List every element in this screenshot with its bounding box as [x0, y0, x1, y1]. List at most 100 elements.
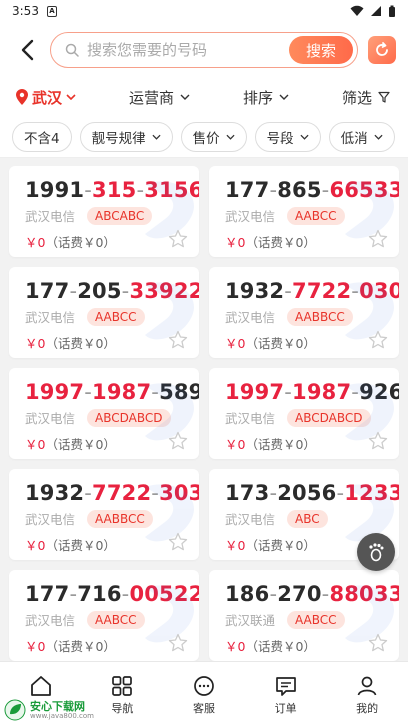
- fee-value: （话费￥0）: [245, 639, 316, 654]
- sort-filter[interactable]: 排序: [243, 87, 289, 108]
- fee-value: （话费￥0）: [45, 437, 116, 452]
- tag-label: 靓号规律: [91, 130, 146, 147]
- screen-label: 筛选: [341, 88, 372, 107]
- star-icon[interactable]: [168, 532, 188, 552]
- number-card[interactable]: 177-865-66533 武汉电信 AABCC ￥0（话费￥0）: [209, 166, 399, 257]
- header: 搜索: [0, 22, 408, 78]
- search-icon: [65, 43, 79, 57]
- fee-value: （话费￥0）: [245, 437, 316, 452]
- tag-label: 售价: [192, 130, 220, 147]
- number-card[interactable]: 177-716-00522 武汉电信 AABCC ￥0（话费￥0）: [9, 570, 199, 661]
- number-part-1: 1991: [25, 178, 85, 202]
- tag-label: 不含4: [24, 130, 60, 147]
- number-card[interactable]: 1932-7722-303 武汉电信 AABBCC ￥0（话费￥0）: [9, 469, 199, 560]
- star-icon[interactable]: [168, 431, 188, 451]
- grid-icon: [112, 676, 133, 696]
- status-bar: 3:53 A: [0, 0, 408, 22]
- fee-value: （话费￥0）: [245, 336, 316, 351]
- funnel-icon: [378, 91, 390, 103]
- tab-service[interactable]: 客服: [174, 674, 234, 716]
- price-value: ￥0: [225, 336, 246, 351]
- star-icon[interactable]: [368, 431, 388, 451]
- carrier-label: 武汉联通: [225, 613, 276, 628]
- number-part-1: 186: [225, 582, 270, 606]
- chevron-down-icon: [180, 94, 190, 100]
- refresh-icon: [376, 42, 388, 56]
- number-card[interactable]: 1991-315-3156 武汉电信 ABCABC ￥0（话费￥0）: [9, 166, 199, 257]
- number-separator: -: [84, 178, 93, 202]
- tab-orders[interactable]: 订单: [256, 674, 316, 716]
- city-filter[interactable]: 武汉: [16, 87, 76, 108]
- number-separator: -: [284, 279, 293, 303]
- tag-segment[interactable]: 号段: [254, 121, 321, 152]
- tab-label: 订单: [274, 702, 297, 715]
- carrier-label: 武汉电信: [225, 411, 276, 426]
- number-card[interactable]: 177-205-33922 武汉电信 AABCC ￥0（话费￥0）: [9, 267, 199, 358]
- watermark-url: www.java800.com: [30, 711, 94, 720]
- tab-home[interactable]: [11, 674, 71, 700]
- site-watermark: 安心下载网 www.java800.com: [4, 699, 94, 721]
- watermark-text: 安心下载网: [30, 699, 85, 713]
- number-part-2: 716: [77, 582, 122, 606]
- tab-profile[interactable]: 我的: [337, 674, 397, 716]
- number-separator: -: [284, 380, 293, 404]
- carrier-label: 武汉电信: [25, 209, 76, 224]
- signal-icon: [371, 6, 381, 16]
- battery-icon: [389, 5, 395, 17]
- wifi-icon: [350, 5, 364, 16]
- watermark-icon: [345, 282, 394, 340]
- price-value: ￥0: [25, 235, 46, 250]
- chevron-down-icon: [152, 134, 161, 140]
- star-icon[interactable]: [368, 330, 388, 350]
- star-icon[interactable]: [168, 229, 188, 249]
- tag-pattern[interactable]: 靓号规律: [79, 121, 173, 152]
- search-button[interactable]: 搜索: [289, 36, 353, 64]
- chevron-down-icon: [374, 134, 383, 140]
- footprint-icon: [369, 543, 384, 562]
- star-icon[interactable]: [168, 330, 188, 350]
- city-label: 武汉: [32, 88, 63, 107]
- chevron-down-icon: [66, 94, 76, 100]
- watermark-icon: [145, 383, 194, 441]
- number-card[interactable]: 1997-1987-589 武汉电信 ABCDABCD ￥0（话费￥0）: [9, 368, 199, 459]
- price-value: ￥0: [225, 437, 246, 452]
- tag-no-four[interactable]: 不含4: [12, 121, 72, 152]
- tab-navigation[interactable]: 导航: [92, 674, 152, 716]
- number-separator: -: [84, 481, 93, 505]
- number-grid: 1991-315-3156 武汉电信 ABCABC ￥0（话费￥0） 177-8…: [9, 166, 399, 661]
- star-icon[interactable]: [368, 229, 388, 249]
- fee-value: （话费￥0）: [45, 235, 116, 250]
- number-part-2: 2056: [277, 481, 337, 505]
- number-part-2: 315: [92, 178, 137, 202]
- tag-min-spend[interactable]: 低消: [328, 121, 395, 152]
- number-part-2: 865: [277, 178, 322, 202]
- floating-service-button[interactable]: [357, 533, 395, 571]
- number-card[interactable]: 1997-1987-926 武汉电信 ABCDABCD ￥0（话费￥0）: [209, 368, 399, 459]
- chevron-left-icon: [21, 39, 34, 61]
- tag-bar: 不含4 靓号规律 售价 号段 低消: [0, 116, 408, 158]
- chat-icon: [194, 676, 214, 696]
- tag-label: 低消: [340, 130, 368, 147]
- carrier-label: 武汉电信: [25, 512, 76, 527]
- star-icon[interactable]: [168, 633, 188, 653]
- fee-value: （话费￥0）: [45, 538, 116, 553]
- screen-filter[interactable]: 筛选: [342, 87, 390, 108]
- back-button[interactable]: [14, 37, 40, 63]
- number-card[interactable]: 186-270-88033 武汉联通 AABCC ￥0（话费￥0）: [209, 570, 399, 661]
- number-part-1: 173: [225, 481, 270, 505]
- tab-label: 我的: [356, 702, 379, 715]
- search-box: 搜索: [50, 32, 358, 68]
- operator-filter[interactable]: 运营商: [129, 87, 190, 108]
- number-part-2: 270: [277, 582, 322, 606]
- number-card[interactable]: 1932-7722-030 武汉电信 AABBCC ￥0（话费￥0）: [209, 267, 399, 358]
- fee-value: （话费￥0）: [45, 639, 116, 654]
- chevron-down-icon: [226, 134, 235, 140]
- sort-label: 排序: [242, 88, 273, 107]
- number-part-1: 1932: [25, 481, 85, 505]
- price-value: ￥0: [225, 639, 246, 654]
- star-icon[interactable]: [368, 633, 388, 653]
- carrier-label: 武汉电信: [225, 512, 276, 527]
- refresh-button[interactable]: [368, 36, 396, 64]
- search-input[interactable]: [79, 41, 289, 59]
- tag-price[interactable]: 售价: [180, 121, 247, 152]
